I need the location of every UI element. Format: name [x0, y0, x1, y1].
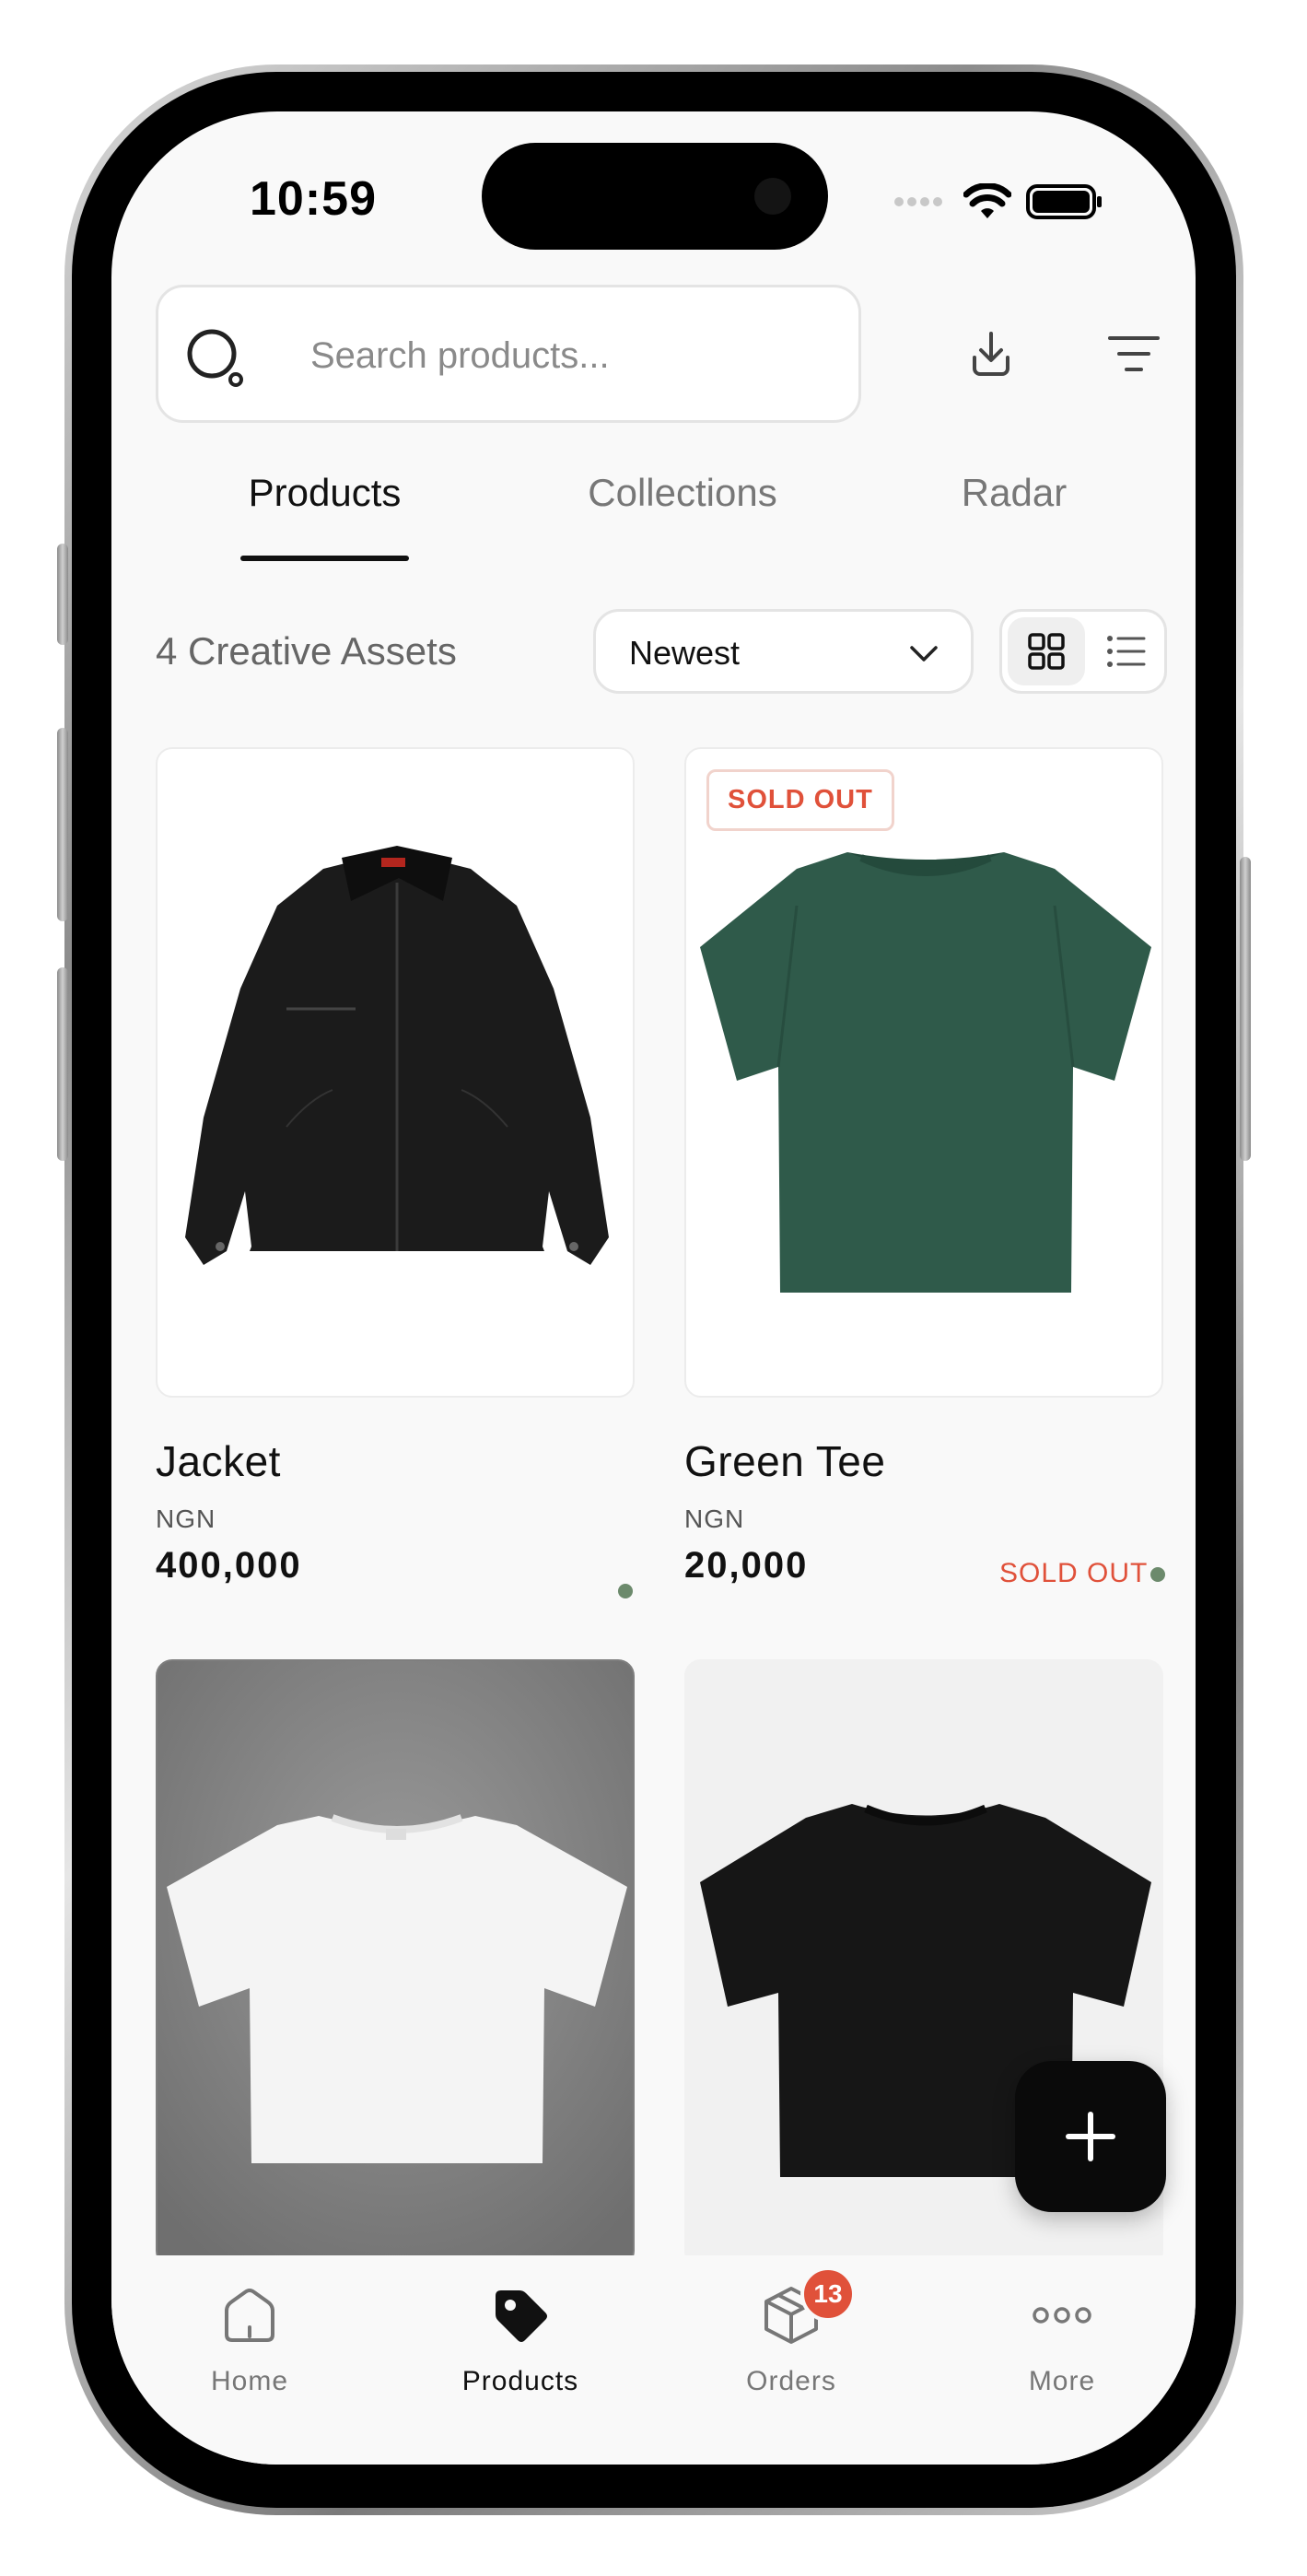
- sort-value: Newest: [629, 634, 741, 672]
- nav-more[interactable]: More: [970, 2274, 1154, 2397]
- sort-dropdown[interactable]: Newest: [593, 609, 974, 694]
- grid-view-button[interactable]: [1008, 617, 1085, 685]
- chevron-down-icon: [910, 646, 938, 662]
- tab-products[interactable]: Products: [213, 471, 437, 515]
- grid-icon: [1028, 633, 1065, 670]
- status-icons: [893, 183, 1103, 220]
- action-button: [57, 544, 68, 645]
- volume-up-button: [57, 728, 68, 921]
- camera-icon: [754, 178, 791, 215]
- list-view-button[interactable]: [1087, 617, 1164, 685]
- tag-icon: [496, 2290, 547, 2342]
- tab-radar[interactable]: Radar: [922, 471, 1106, 515]
- signal-icon: [894, 197, 942, 206]
- product-currency: NGN: [156, 1505, 216, 1533]
- home-icon: [225, 2289, 274, 2342]
- orders-badge: 13: [800, 2266, 856, 2322]
- jacket-illustration: [185, 846, 609, 1265]
- product-name: Jacket: [156, 1437, 281, 1485]
- product-name: Green Tee: [684, 1437, 886, 1485]
- product-image-green-tee[interactable]: SOLD OUT: [684, 747, 1163, 1398]
- filter-icon: [1108, 336, 1160, 371]
- dynamic-island: [482, 143, 828, 250]
- list-icon: [1107, 636, 1146, 667]
- product-price: 20,000: [684, 1545, 809, 1586]
- nav-products[interactable]: Products: [428, 2274, 613, 2397]
- volume-down-button: [57, 967, 68, 1161]
- tab-collections[interactable]: Collections: [544, 471, 821, 515]
- product-price: 400,000: [156, 1545, 302, 1586]
- product-image-jacket[interactable]: [156, 747, 635, 1398]
- green-tee-illustration: [700, 852, 1151, 1293]
- nav-label: Orders: [746, 2366, 836, 2396]
- status-time: 10:59: [250, 172, 377, 226]
- more-icon: [1033, 2307, 1091, 2324]
- search-icon: [187, 329, 243, 387]
- nav-orders[interactable]: 13 Orders: [699, 2266, 883, 2397]
- search-input[interactable]: Search products...: [156, 285, 861, 423]
- battery-icon: [1026, 184, 1102, 219]
- nav-label: Products: [461, 2366, 579, 2396]
- nav-home[interactable]: Home: [158, 2274, 342, 2397]
- filter-button[interactable]: [1092, 312, 1175, 395]
- download-button[interactable]: [950, 312, 1033, 395]
- add-product-button[interactable]: [1015, 2061, 1166, 2212]
- download-icon: [973, 332, 1009, 376]
- bottom-nav: Home Products 13 Orders More: [111, 2255, 1196, 2465]
- nav-label: More: [1028, 2366, 1096, 2396]
- app-screen: 10:59 Search products... Products Collec…: [111, 111, 1196, 2465]
- product-currency: NGN: [684, 1505, 745, 1533]
- status-dot: [618, 1584, 633, 1598]
- sold-out-badge: SOLD OUT: [706, 769, 894, 831]
- asset-count: 4 Creative Assets: [156, 629, 457, 673]
- tab-active-indicator: [240, 556, 409, 561]
- power-button: [1240, 857, 1251, 1161]
- wifi-icon: [963, 183, 1011, 218]
- search-placeholder: Search products...: [310, 335, 610, 376]
- status-dot: [1150, 1567, 1165, 1582]
- white-tee-illustration: [158, 1661, 633, 2266]
- view-toggle: [999, 609, 1167, 694]
- sold-out-status: SOLD OUT: [999, 1558, 1149, 1588]
- plus-icon: [1066, 2112, 1115, 2161]
- nav-label: Home: [210, 2366, 289, 2396]
- product-image-white-tee[interactable]: [156, 1659, 635, 2267]
